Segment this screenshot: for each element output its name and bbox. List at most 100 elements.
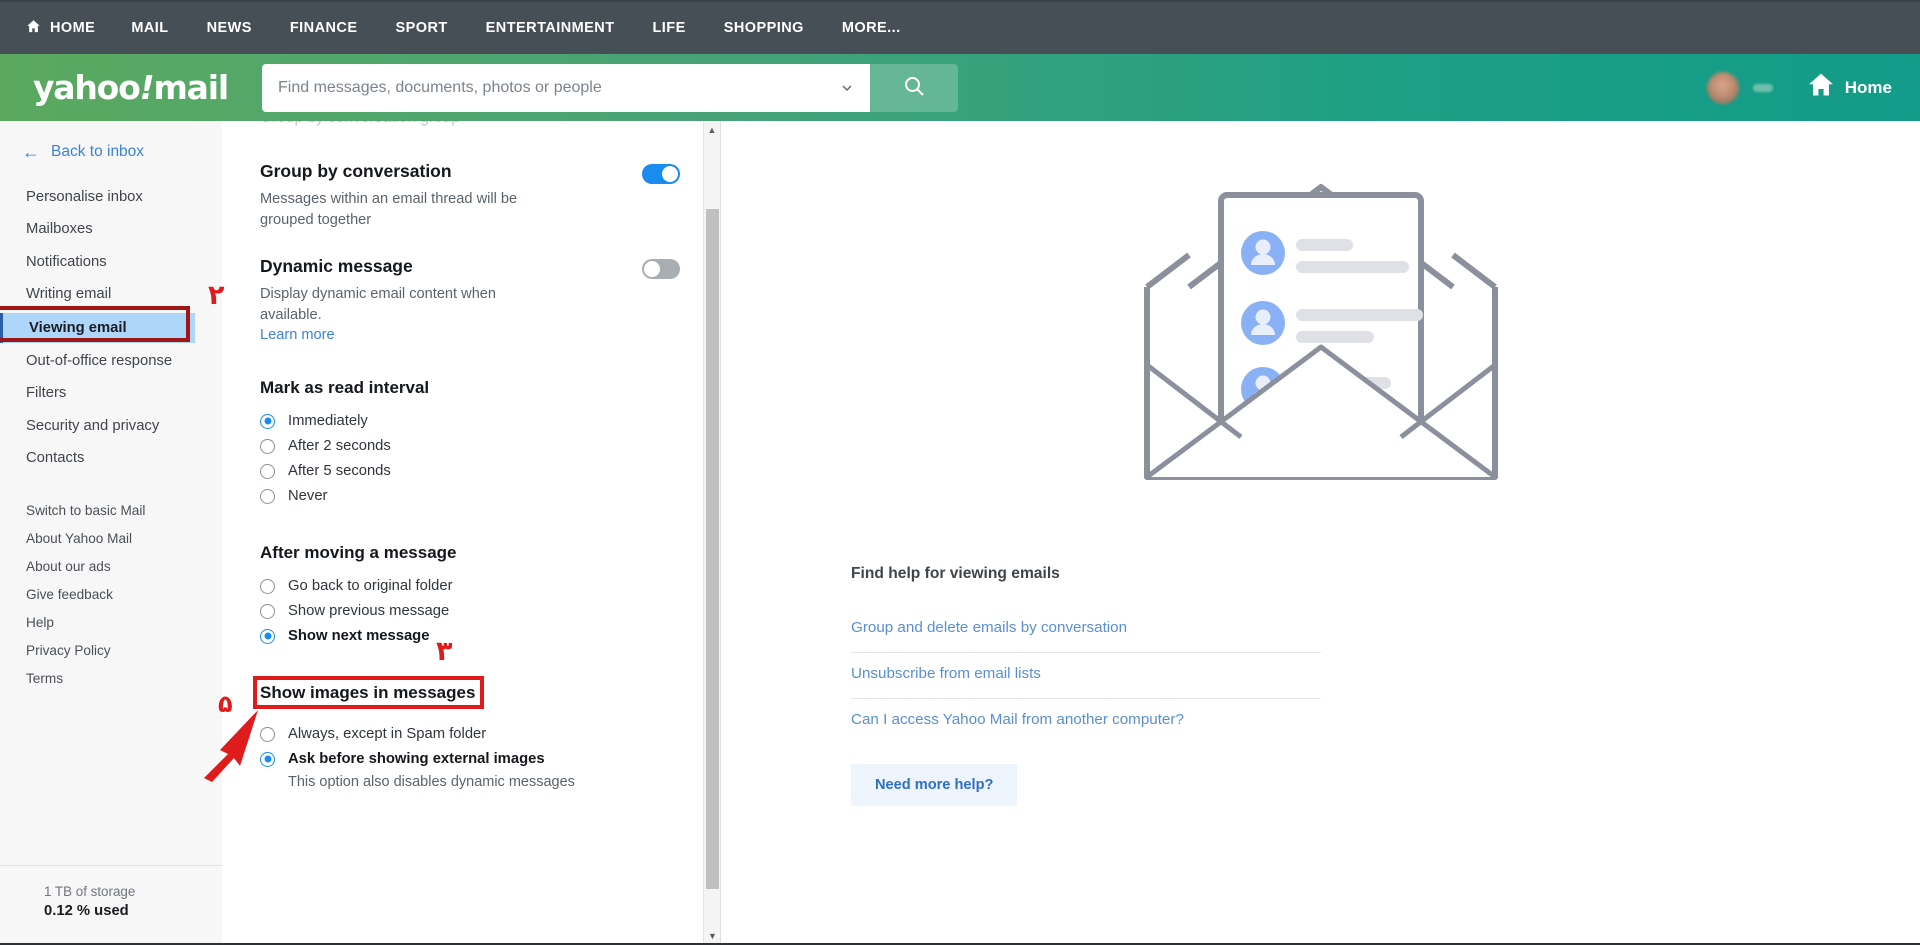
sidebar-link-privacy-policy[interactable]: Privacy Policy — [26, 637, 222, 665]
need-more-help-button[interactable]: Need more help? — [851, 764, 1018, 806]
sidebar-item-mailboxes[interactable]: Mailboxes — [26, 213, 222, 245]
radio-row-show-previous-message[interactable]: Show previous message — [260, 599, 680, 624]
radio-label-ask-before-showing: Ask before showing external images — [288, 751, 545, 768]
logo-text-bang: ! — [139, 68, 155, 107]
topnav-item-shopping[interactable]: SHOPPING — [724, 1, 804, 55]
topnav-item-news[interactable]: NEWS — [207, 1, 252, 55]
help-section-title: Find help for viewing emails — [851, 565, 1060, 582]
search-area — [262, 63, 958, 112]
page-body: ← Back to inbox Personalise inbox Mailbo… — [0, 121, 1920, 945]
back-to-inbox-button[interactable]: ← Back to inbox — [0, 143, 222, 161]
radio-never[interactable] — [260, 488, 275, 504]
sidebar-link-terms[interactable]: Terms — [26, 665, 222, 693]
sidebar-item-filters[interactable]: Filters — [26, 377, 222, 409]
radio-label-after-2-seconds: After 2 seconds — [288, 438, 391, 455]
topnav-label: SHOPPING — [723, 20, 804, 36]
topnav-item-more[interactable]: MORE... — [842, 1, 901, 55]
yahoo-mail-logo[interactable]: yahoo! mail — [0, 68, 262, 107]
radio-row-after-2-seconds[interactable]: After 2 seconds — [260, 434, 680, 459]
topnav-item-entertainment[interactable]: ENTERTAINMENT — [486, 1, 615, 55]
radio-go-back-original-folder[interactable] — [260, 578, 275, 594]
sidebar-item-security-privacy[interactable]: Security and privacy — [26, 410, 222, 442]
setting-header: Dynamic message — [260, 256, 680, 280]
sidebar-item-personalise-inbox[interactable]: Personalise inbox — [26, 181, 222, 213]
radio-show-next-message[interactable] — [260, 628, 275, 644]
sidebar-link-about-our-ads[interactable]: About our ads — [26, 553, 222, 581]
help-link-group-delete-conversation[interactable]: Group and delete emails by conversation — [851, 607, 1321, 653]
setting-group-after-moving: After moving a message Go back to origin… — [260, 509, 680, 649]
topnav-label: NEWS — [206, 20, 252, 36]
help-link-access-another-computer[interactable]: Can I access Yahoo Mail from another com… — [851, 699, 1321, 744]
topnav-label: SPORT — [395, 20, 448, 36]
topnav-label: LIFE — [652, 20, 686, 36]
radio-row-go-back-original-folder[interactable]: Go back to original folder — [260, 574, 680, 599]
arrow-left-icon: ← — [22, 142, 40, 162]
sidebar-item-writing-email[interactable]: Writing email — [26, 278, 222, 310]
sidebar-link-help[interactable]: Help — [26, 609, 222, 637]
logo-text-yahoo: yahoo — [33, 68, 141, 107]
settings-scrollbar[interactable]: ▲ ▼ — [703, 121, 720, 945]
sidebar-secondary-nav: Switch to basic Mail About Yahoo Mail Ab… — [0, 497, 222, 693]
search-button[interactable] — [870, 63, 958, 112]
sidebar-link-switch-basic-mail[interactable]: Switch to basic Mail — [26, 497, 222, 525]
sidebar-item-viewing-email[interactable]: Viewing email — [0, 312, 195, 343]
sidebar-primary-nav: Personalise inbox Mailboxes Notification… — [0, 181, 222, 475]
setting-desc-dynamic-message: Display dynamic email content when avail… — [260, 286, 497, 324]
home-icon — [26, 19, 41, 38]
radio-row-never[interactable]: Never — [260, 484, 680, 509]
scrollbar-thumb[interactable] — [706, 209, 719, 889]
sidebar-item-viewing-email-wrapper: Viewing email — [0, 305, 222, 343]
group-title-show-images: Show images in messages — [260, 682, 476, 702]
header-tools: Home — [1706, 71, 1892, 104]
settings-sidebar: ← Back to inbox Personalise inbox Mailbo… — [0, 121, 222, 945]
search-input[interactable] — [278, 78, 838, 97]
radio-after-5-seconds[interactable] — [260, 463, 275, 479]
radio-after-2-seconds[interactable] — [260, 438, 275, 454]
notification-badge[interactable] — [1752, 83, 1773, 92]
setting-group-by-conversation: Group by conversation Messages within an… — [260, 135, 680, 230]
viewing-email-settings-panel: Group by conversation group Group by con… — [222, 121, 721, 945]
radio-row-always-except-spam[interactable]: Always, except in Spam folder — [260, 722, 680, 747]
toggle-dynamic-message[interactable] — [642, 259, 680, 280]
help-link-unsubscribe-email-lists[interactable]: Unsubscribe from email lists — [851, 653, 1321, 699]
radio-always-except-spam[interactable] — [260, 726, 275, 742]
radio-row-immediately[interactable]: Immediately — [260, 409, 680, 434]
home-shortcut-button[interactable]: Home — [1807, 71, 1892, 104]
chevron-down-icon[interactable] — [838, 79, 856, 97]
sidebar-item-out-of-office[interactable]: Out-of-office response — [26, 345, 222, 377]
topnav-item-home[interactable]: HOME — [26, 1, 95, 55]
home-icon — [1807, 71, 1835, 104]
setting-desc-group-by-conversation: Messages within an email thread will be … — [260, 191, 518, 228]
radio-row-show-next-message[interactable]: Show next message — [260, 624, 680, 649]
topnav-item-sport[interactable]: SPORT — [395, 1, 447, 55]
sidebar-item-notifications[interactable]: Notifications — [26, 246, 222, 278]
search-icon — [902, 74, 926, 101]
topnav-label: FINANCE — [289, 20, 358, 36]
learn-more-link[interactable]: Learn more — [260, 327, 335, 343]
radio-show-previous-message[interactable] — [260, 603, 275, 619]
radio-label-after-5-seconds: After 5 seconds — [288, 463, 391, 480]
sidebar-item-contacts[interactable]: Contacts — [26, 442, 222, 474]
topnav-label: MORE... — [841, 20, 901, 36]
radio-ask-before-showing[interactable] — [260, 751, 275, 767]
toggle-group-by-conversation[interactable] — [642, 164, 680, 184]
topnav-item-life[interactable]: LIFE — [653, 1, 686, 55]
sidebar-link-give-feedback[interactable]: Give feedback — [26, 581, 222, 609]
group-title-show-images-wrapper: Show images in messages — [253, 675, 485, 709]
storage-used-label: 0.12 % used — [44, 903, 129, 919]
open-envelope-illustration — [721, 147, 1920, 517]
radio-row-after-5-seconds[interactable]: After 5 seconds — [260, 459, 680, 484]
search-box[interactable] — [262, 63, 870, 112]
topnav-label: ENTERTAINMENT — [485, 20, 615, 36]
help-content-area: Find help for viewing emails Group and d… — [721, 121, 1920, 945]
topnav-item-finance[interactable]: FINANCE — [290, 1, 358, 55]
global-top-nav: HOME MAIL NEWS FINANCE SPORT ENTERTAINME… — [0, 0, 1920, 54]
home-shortcut-label: Home — [1844, 77, 1892, 97]
avatar[interactable] — [1706, 71, 1739, 104]
topnav-item-mail[interactable]: MAIL — [131, 1, 168, 55]
radio-immediately[interactable] — [260, 413, 275, 429]
radio-row-ask-before-showing[interactable]: Ask before showing external images — [260, 747, 680, 772]
scroll-up-arrow-icon[interactable]: ▲ — [704, 121, 720, 139]
sidebar-link-about-yahoo-mail[interactable]: About Yahoo Mail — [26, 525, 222, 553]
radio-label-show-next-message: Show next message — [288, 628, 430, 645]
